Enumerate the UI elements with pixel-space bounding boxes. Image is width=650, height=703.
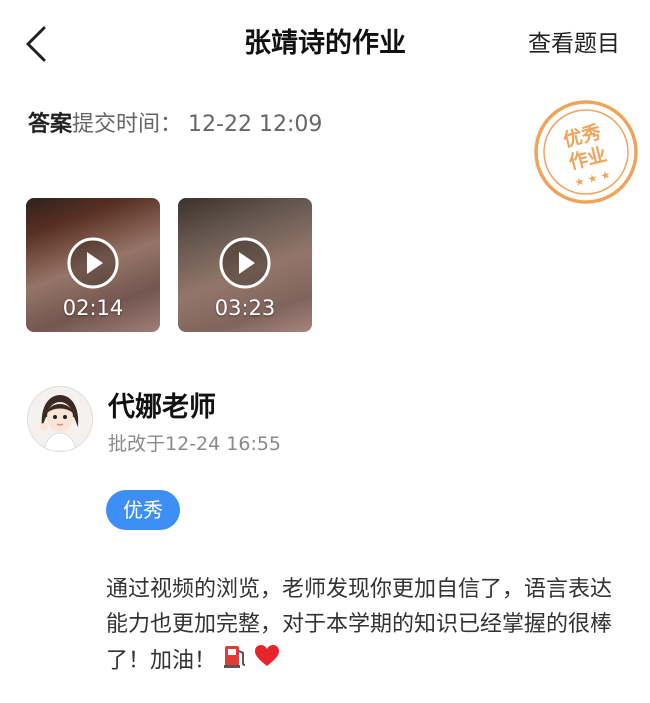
submit-time: 12-22 12:09	[188, 112, 323, 137]
video-thumbnail-2[interactable]: 03:23	[178, 198, 312, 332]
back-icon	[26, 26, 46, 62]
view-questions-button[interactable]: 查看题目	[528, 26, 620, 62]
grade-badge: 优秀	[106, 490, 180, 530]
graded-time: 批改于12-24 16:55	[108, 430, 281, 458]
video-duration: 03:23	[214, 296, 276, 320]
heart-icon	[254, 644, 280, 679]
teacher-avatar[interactable]	[27, 386, 93, 452]
video-thumbnail-1[interactable]: 02:14	[26, 198, 160, 332]
video-duration: 02:14	[62, 296, 124, 320]
fuel-pump-icon	[222, 642, 248, 681]
submit-time-label: 提交时间：	[72, 112, 183, 137]
submission-info: 答案提交时间： 12-22 12:09	[28, 108, 322, 142]
excellent-stamp: 优秀 作业 ★ ★ ★	[532, 98, 640, 206]
answer-label: 答案	[28, 112, 73, 137]
play-icon	[67, 237, 119, 289]
graded-label: 批改于	[108, 433, 166, 455]
back-button[interactable]	[22, 24, 56, 64]
comment-text: 通过视频的浏览，老师发现你更加自信了，语言表达能力也更加完整，对于本学期的知识已…	[106, 577, 613, 674]
play-icon	[219, 237, 271, 289]
graded-time-value: 12-24 16:55	[165, 433, 282, 455]
teacher-name: 代娜老师	[108, 392, 216, 423]
teacher-comment: 通过视频的浏览，老师发现你更加自信了，语言表达能力也更加完整，对于本学期的知识已…	[106, 572, 626, 681]
